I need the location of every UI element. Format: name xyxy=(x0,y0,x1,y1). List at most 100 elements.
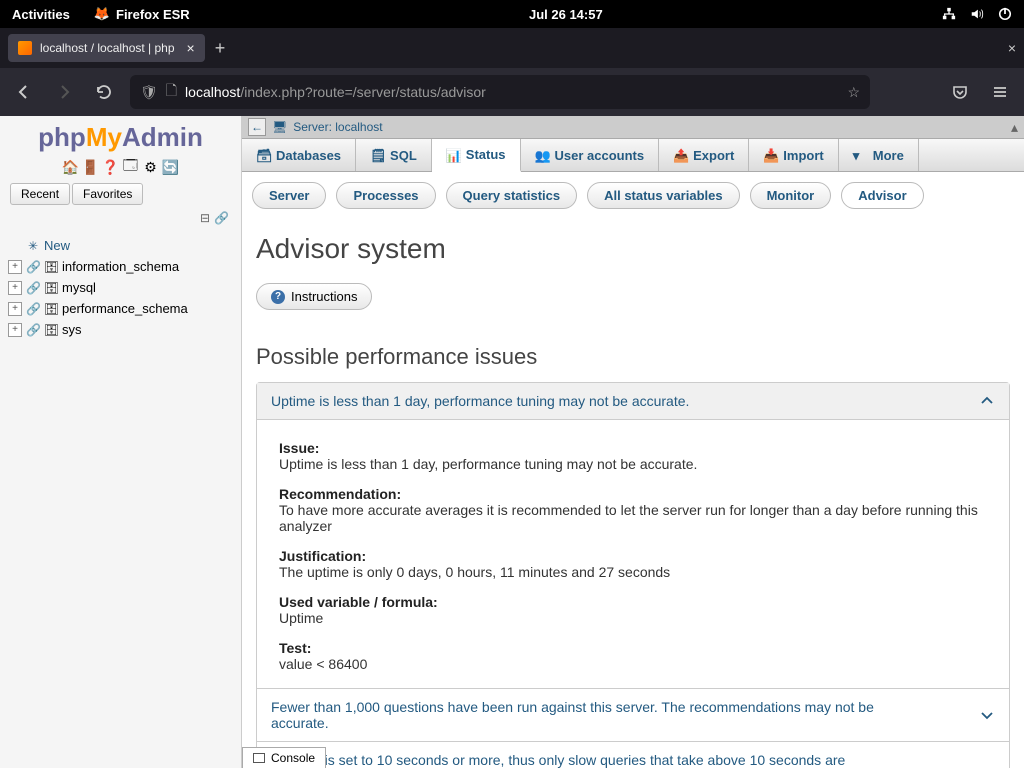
tab-user-accounts[interactable]: 👥User accounts xyxy=(521,139,660,171)
power-icon[interactable] xyxy=(998,7,1012,21)
issue-header-3[interactable]: ery time is set to 10 seconds or more, t… xyxy=(257,742,1009,768)
tree-label: sys xyxy=(62,322,82,337)
db-icon: 🔗 xyxy=(26,302,40,316)
window-close-button[interactable]: × xyxy=(1008,40,1016,56)
url-host: localhost xyxy=(185,84,240,100)
sidebar: phpMyAdmin 🏠 🚪 ❓ 🗔 ⚙ 🔄 Recent Favorites … xyxy=(0,116,242,768)
subtab-advisor[interactable]: Advisor xyxy=(841,182,923,209)
panel-back-button[interactable]: ← xyxy=(248,118,266,136)
users-icon: 👥 xyxy=(535,148,549,162)
forward-button[interactable] xyxy=(50,78,78,106)
firefox-icon: 🦊 xyxy=(94,6,110,22)
logo-part-php: php xyxy=(38,122,86,152)
expand-icon[interactable]: + xyxy=(8,260,22,274)
tab-more[interactable]: ▾More xyxy=(839,139,919,171)
subtab-query-statistics[interactable]: Query statistics xyxy=(446,182,578,209)
just-label: Justification: xyxy=(279,548,366,564)
clock[interactable]: Jul 26 14:57 xyxy=(190,7,942,22)
tree-item-information_schema[interactable]: +🔗🗄information_schema xyxy=(8,256,233,277)
tab-databases[interactable]: 🗃Databases xyxy=(242,139,356,171)
recent-favorites-row: Recent Favorites xyxy=(0,179,241,209)
tab-import[interactable]: 📥Import xyxy=(749,139,838,171)
address-bar: 🛡 🗋 localhost/index.php?route=/server/st… xyxy=(0,68,1024,116)
subtab-processes[interactable]: Processes xyxy=(336,182,435,209)
issue-header-2[interactable]: Fewer than 1,000 questions have been run… xyxy=(257,689,1009,742)
issues-heading: Possible performance issues xyxy=(256,344,1010,370)
tab-close-button[interactable]: × xyxy=(187,40,195,56)
instructions-button[interactable]: ? Instructions xyxy=(256,283,372,310)
reload-icon[interactable]: 🔄 xyxy=(163,159,179,175)
collapse-all-icon[interactable]: ⊟ xyxy=(200,211,210,225)
shield-icon: 🛡 xyxy=(140,84,158,101)
db-icon: 🔗 xyxy=(26,260,40,274)
db-icon: 🔗 xyxy=(26,323,40,337)
expand-icon[interactable]: + xyxy=(8,302,22,316)
tab-title: localhost / localhost | php xyxy=(40,41,175,55)
browser-tab[interactable]: localhost / localhost | php × xyxy=(8,34,205,62)
main-panel: ← 🖥 Server: localhost ▴ 🗃Databases🗒SQL📊S… xyxy=(242,116,1024,768)
status-icon: 📊 xyxy=(446,148,460,162)
bookmark-star-icon[interactable]: ☆ xyxy=(847,84,860,101)
new-icon: ✳ xyxy=(26,239,40,253)
tree-label: mysql xyxy=(62,280,96,295)
volume-icon[interactable] xyxy=(970,7,984,21)
collapse-panel-icon[interactable]: ▴ xyxy=(1011,119,1018,136)
docs-icon[interactable]: ❓ xyxy=(103,159,119,175)
test-label: Test: xyxy=(279,640,311,656)
network-icon[interactable] xyxy=(942,7,956,21)
export-icon: 📤 xyxy=(673,148,687,162)
db-cylinder-icon: 🗄 xyxy=(44,302,58,316)
subtab-monitor[interactable]: Monitor xyxy=(750,182,832,209)
subtab-server[interactable]: Server xyxy=(252,182,326,209)
reload-button[interactable] xyxy=(90,78,118,106)
more-icon: ▾ xyxy=(853,148,867,162)
tree-item-mysql[interactable]: +🔗🗄mysql xyxy=(8,277,233,298)
sql-icon[interactable]: 🗔 xyxy=(123,159,139,175)
console-label: Console xyxy=(271,751,315,765)
page-info-icon: 🗋 xyxy=(166,80,177,104)
breadcrumb: ← 🖥 Server: localhost ▴ xyxy=(242,116,1024,139)
tree-item-performance_schema[interactable]: + 🔗 🗄 performance_schema xyxy=(8,298,233,319)
recent-button[interactable]: Recent xyxy=(10,183,70,205)
expand-icon[interactable]: + xyxy=(8,281,22,295)
tab-export[interactable]: 📤Export xyxy=(659,139,749,171)
logout-icon[interactable]: 🚪 xyxy=(83,159,99,175)
phpmyadmin-logo[interactable]: phpMyAdmin xyxy=(0,116,241,155)
app-content: phpMyAdmin 🏠 🚪 ❓ 🗔 ⚙ 🔄 Recent Favorites … xyxy=(0,116,1024,768)
new-tab-button[interactable]: + xyxy=(215,38,226,59)
favorites-button[interactable]: Favorites xyxy=(72,183,143,205)
chevron-up-icon xyxy=(979,393,995,409)
tab-status[interactable]: 📊Status xyxy=(432,139,521,172)
tree-label: information_schema xyxy=(62,259,179,274)
just-text: The uptime is only 0 days, 0 hours, 11 m… xyxy=(279,564,670,580)
issue-title-3: ery time is set to 10 seconds or more, t… xyxy=(271,752,845,768)
back-button[interactable] xyxy=(10,78,38,106)
app-indicator[interactable]: 🦊 Firefox ESR xyxy=(94,6,190,22)
app-name: Firefox ESR xyxy=(116,7,190,22)
expand-icon[interactable]: + xyxy=(8,323,22,337)
tree-label: performance_schema xyxy=(62,301,188,316)
tree-item-sys[interactable]: +🔗🗄sys xyxy=(8,319,233,340)
console-icon xyxy=(253,753,265,763)
pocket-icon[interactable] xyxy=(946,78,974,106)
console-toggle[interactable]: Console xyxy=(242,747,326,768)
home-icon[interactable]: 🏠 xyxy=(63,159,79,175)
import-icon: 📥 xyxy=(763,148,777,162)
main-tabs: 🗃Databases🗒SQL📊Status👥User accounts📤Expo… xyxy=(242,139,1024,172)
issue-header-1[interactable]: Uptime is less than 1 day, performance t… xyxy=(257,383,1009,420)
settings-icon[interactable]: ⚙ xyxy=(143,159,159,175)
hamburger-menu-icon[interactable] xyxy=(986,78,1014,106)
subtab-all-status-variables[interactable]: All status variables xyxy=(587,182,740,209)
activities-button[interactable]: Activities xyxy=(12,7,70,22)
tab-sql[interactable]: 🗒SQL xyxy=(356,139,432,171)
breadcrumb-server[interactable]: Server: localhost xyxy=(293,120,382,134)
chevron-down-icon xyxy=(979,707,995,723)
url-input[interactable]: 🛡 🗋 localhost/index.php?route=/server/st… xyxy=(130,75,870,109)
server-icon: 🖥 xyxy=(272,120,287,134)
db-icon: 🗃 xyxy=(256,148,270,162)
tree-item-new[interactable]: ✳New xyxy=(8,235,233,256)
issue-title-1: Uptime is less than 1 day, performance t… xyxy=(271,393,689,409)
logo-part-my: My xyxy=(86,122,122,152)
link-icon[interactable]: 🔗 xyxy=(214,211,229,225)
reco-label: Recommendation: xyxy=(279,486,401,502)
